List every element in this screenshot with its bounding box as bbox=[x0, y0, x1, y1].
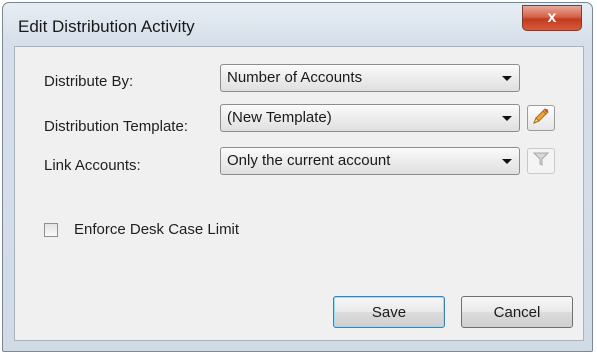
close-button[interactable]: x bbox=[522, 5, 582, 31]
enforce-desk-case-limit-checkbox[interactable] bbox=[44, 223, 58, 237]
distribute-by-select[interactable]: Number of Accounts bbox=[220, 64, 520, 92]
enforce-desk-case-limit-label[interactable]: Enforce Desk Case Limit bbox=[74, 221, 239, 238]
distribute-by-value: Number of Accounts bbox=[227, 69, 363, 86]
chevron-down-icon bbox=[502, 116, 512, 121]
distribute-by-label: Distribute By: bbox=[44, 73, 134, 90]
dialog-body: Distribute By: Number of Accounts Distri… bbox=[14, 46, 584, 341]
link-accounts-select[interactable]: Only the current account bbox=[220, 147, 520, 175]
window-title: Edit Distribution Activity bbox=[18, 17, 195, 36]
cancel-button[interactable]: Cancel bbox=[461, 296, 573, 328]
distribution-template-select[interactable]: (New Template) bbox=[220, 104, 520, 132]
chevron-down-icon bbox=[502, 76, 512, 81]
filter-accounts-button[interactable] bbox=[527, 148, 555, 174]
dialog-window: Edit Distribution Activity x Distribute … bbox=[2, 2, 593, 352]
link-accounts-label: Link Accounts: bbox=[44, 157, 141, 174]
distribution-template-value: (New Template) bbox=[227, 109, 332, 126]
pencil-icon bbox=[531, 106, 551, 131]
distribution-template-label: Distribution Template: bbox=[44, 118, 188, 135]
funnel-icon bbox=[532, 150, 550, 173]
close-icon: x bbox=[547, 9, 557, 26]
title-bar[interactable]: Edit Distribution Activity x bbox=[3, 3, 592, 45]
save-button[interactable]: Save bbox=[333, 296, 445, 328]
edit-template-button[interactable] bbox=[527, 105, 555, 131]
chevron-down-icon bbox=[502, 159, 512, 164]
link-accounts-value: Only the current account bbox=[227, 152, 391, 169]
